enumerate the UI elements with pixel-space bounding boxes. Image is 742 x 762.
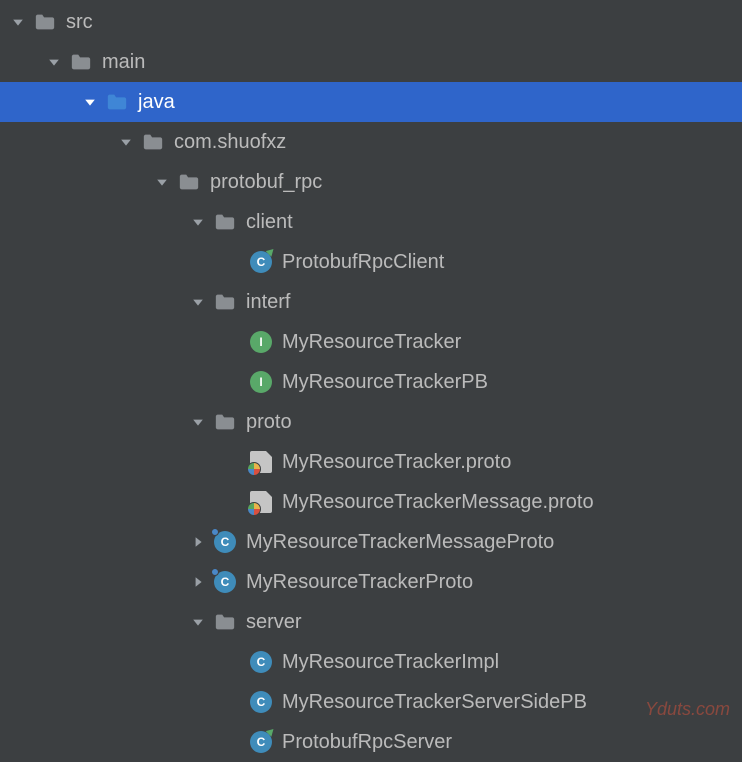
package-icon <box>178 171 200 193</box>
java-class-icon: C <box>250 691 272 713</box>
chevron-down-icon[interactable] <box>116 132 136 152</box>
tree-item-label: MyResourceTrackerPB <box>282 371 488 394</box>
tree-item-label: MyResourceTracker <box>282 331 461 354</box>
chevron-down-icon[interactable] <box>152 172 172 192</box>
tree-item-label: com.shuofxz <box>174 131 286 154</box>
package-icon <box>142 131 164 153</box>
file-my-resource-tracker-proto[interactable]: MyResourceTracker.proto <box>0 442 742 482</box>
folder-icon <box>34 11 56 33</box>
java-interface-icon: I <box>250 331 272 353</box>
chevron-down-icon[interactable] <box>8 12 28 32</box>
chevron-down-icon[interactable] <box>188 612 208 632</box>
package-client[interactable]: client <box>0 202 742 242</box>
tree-item-label: client <box>246 211 293 234</box>
package-proto[interactable]: proto <box>0 402 742 442</box>
chevron-right-icon[interactable] <box>188 532 208 552</box>
tree-item-label: java <box>138 91 175 114</box>
folder-src[interactable]: src <box>0 2 742 42</box>
project-tree[interactable]: srcmain java com.shuofxz protobuf_rpcclient… <box>0 0 742 762</box>
package-icon <box>214 211 236 233</box>
java-class-icon: C <box>250 651 272 673</box>
file-my-resource-tracker-message-proto[interactable]: MyResourceTrackerMessage.proto <box>0 482 742 522</box>
package-icon <box>214 291 236 313</box>
package-com-shuofxz[interactable]: com.shuofxz <box>0 122 742 162</box>
chevron-down-icon[interactable] <box>188 212 208 232</box>
folder-icon <box>70 51 92 73</box>
tree-item-label: interf <box>246 291 290 314</box>
chevron-down-icon[interactable] <box>188 292 208 312</box>
class-my-resource-tracker-server-side-pb[interactable]: C MyResourceTrackerServerSidePB <box>0 682 742 722</box>
tree-item-label: MyResourceTracker.proto <box>282 451 511 474</box>
tree-item-label: server <box>246 611 302 634</box>
chevron-down-icon[interactable] <box>44 52 64 72</box>
class-protobuf-rpc-client[interactable]: C ProtobufRpcClient <box>0 242 742 282</box>
tree-item-label: MyResourceTrackerServerSidePB <box>282 691 587 714</box>
source-folder-icon <box>106 91 128 113</box>
tree-item-label: MyResourceTrackerMessageProto <box>246 531 554 554</box>
package-protobuf-rpc[interactable]: protobuf_rpc <box>0 162 742 202</box>
interface-my-resource-tracker[interactable]: I MyResourceTracker <box>0 322 742 362</box>
class-my-resource-tracker-proto[interactable]: C MyResourceTrackerProto <box>0 562 742 602</box>
folder-java[interactable]: java <box>0 82 742 122</box>
tree-item-label: ProtobufRpcServer <box>282 731 452 754</box>
proto-file-icon <box>250 491 272 513</box>
tree-item-label: main <box>102 51 145 74</box>
package-icon <box>214 611 236 633</box>
proto-file-icon <box>250 451 272 473</box>
class-my-resource-tracker-impl[interactable]: C MyResourceTrackerImpl <box>0 642 742 682</box>
chevron-down-icon[interactable] <box>80 92 100 112</box>
chevron-right-icon[interactable] <box>188 572 208 592</box>
tree-item-label: proto <box>246 411 292 434</box>
tree-item-label: ProtobufRpcClient <box>282 251 444 274</box>
interface-my-resource-tracker-pb[interactable]: I MyResourceTrackerPB <box>0 362 742 402</box>
tree-item-label: MyResourceTrackerProto <box>246 571 473 594</box>
package-interf[interactable]: interf <box>0 282 742 322</box>
package-icon <box>214 411 236 433</box>
tree-item-label: src <box>66 11 93 34</box>
class-protobuf-rpc-server[interactable]: C ProtobufRpcServer <box>0 722 742 762</box>
package-server[interactable]: server <box>0 602 742 642</box>
tree-item-label: protobuf_rpc <box>210 171 322 194</box>
tree-item-label: MyResourceTrackerMessage.proto <box>282 491 594 514</box>
java-class-runnable-icon: C <box>250 251 272 273</box>
class-my-resource-tracker-message-proto[interactable]: C MyResourceTrackerMessageProto <box>0 522 742 562</box>
chevron-down-icon[interactable] <box>188 412 208 432</box>
java-class-generated-icon: C <box>214 571 236 593</box>
folder-main[interactable]: main <box>0 42 742 82</box>
java-class-generated-icon: C <box>214 531 236 553</box>
tree-item-label: MyResourceTrackerImpl <box>282 651 499 674</box>
java-interface-icon: I <box>250 371 272 393</box>
java-class-runnable-icon: C <box>250 731 272 753</box>
